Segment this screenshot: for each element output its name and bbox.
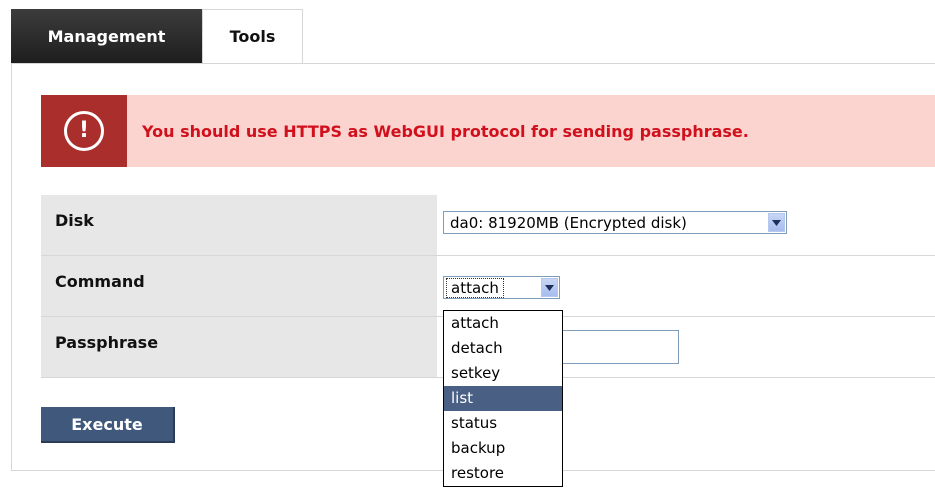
chevron-down-icon[interactable] bbox=[768, 213, 785, 232]
exclamation-circle-icon: ! bbox=[64, 111, 104, 151]
dropdown-option-setkey[interactable]: setkey bbox=[444, 361, 562, 386]
command-select[interactable]: attach bbox=[443, 276, 560, 299]
dropdown-option-restore[interactable]: restore bbox=[444, 461, 562, 486]
passphrase-label: Passphrase bbox=[41, 317, 437, 377]
command-select-value: attach bbox=[446, 277, 504, 298]
disk-field-cell: da0: 81920MB (Encrypted disk) bbox=[437, 195, 935, 255]
chevron-down-icon[interactable] bbox=[541, 278, 558, 297]
command-row: Command attach bbox=[41, 256, 935, 317]
warning-message: You should use HTTPS as WebGUI protocol … bbox=[142, 121, 749, 141]
disk-row: Disk da0: 81920MB (Encrypted disk) bbox=[41, 195, 935, 256]
dropdown-option-detach[interactable]: detach bbox=[444, 336, 562, 361]
dropdown-option-backup[interactable]: backup bbox=[444, 436, 562, 461]
dropdown-option-status[interactable]: status bbox=[444, 411, 562, 436]
disk-select[interactable]: da0: 81920MB (Encrypted disk) bbox=[443, 211, 787, 234]
command-dropdown-list: attach detach setkey list status backup … bbox=[443, 310, 563, 487]
execute-button[interactable]: Execute bbox=[41, 407, 175, 443]
disk-label: Disk bbox=[41, 195, 437, 255]
warning-banner: ! You should use HTTPS as WebGUI protoco… bbox=[41, 95, 935, 167]
command-field-cell: attach bbox=[437, 256, 935, 316]
tab-bar: Management Tools bbox=[11, 9, 303, 63]
disk-select-value: da0: 81920MB (Encrypted disk) bbox=[450, 213, 687, 232]
dropdown-option-list[interactable]: list bbox=[444, 386, 562, 411]
tab-tools[interactable]: Tools bbox=[202, 9, 303, 63]
command-label: Command bbox=[41, 256, 437, 316]
dropdown-option-attach[interactable]: attach bbox=[444, 311, 562, 336]
tab-management[interactable]: Management bbox=[11, 9, 202, 63]
warning-icon-box: ! bbox=[41, 95, 127, 167]
